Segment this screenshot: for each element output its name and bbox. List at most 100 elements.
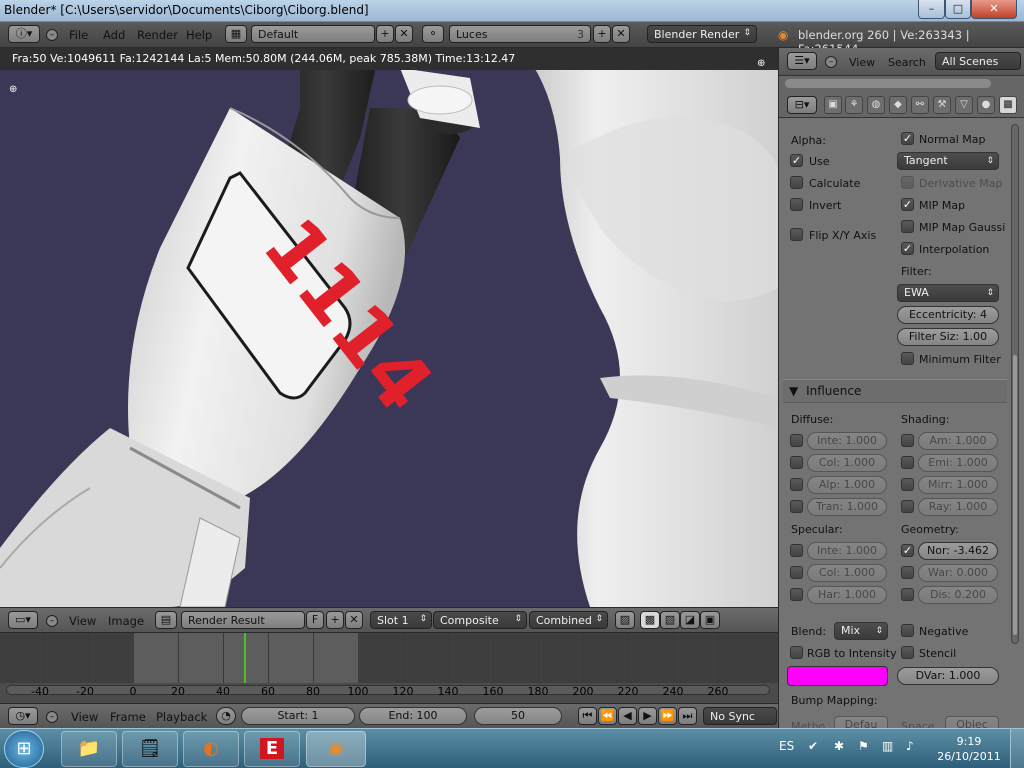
collapse-menu-icon[interactable]: –: [46, 29, 58, 41]
texture-tab-icon[interactable]: ▩: [999, 96, 1017, 114]
displace-checkbox[interactable]: [901, 588, 914, 601]
screen-layout-icon[interactable]: ▦: [225, 25, 247, 43]
remove-scene-icon[interactable]: ✕: [612, 25, 630, 43]
horizontal-scrollbar[interactable]: [779, 76, 1024, 92]
draw-channels-icon[interactable]: ▨: [615, 611, 635, 629]
specular-color-checkbox[interactable]: [790, 566, 803, 579]
menu-view[interactable]: View: [849, 56, 875, 69]
stencil-checkbox[interactable]: [901, 646, 914, 659]
translucency-field[interactable]: Tran: 1.000: [807, 498, 887, 516]
warp-field[interactable]: War: 0.000: [918, 564, 998, 582]
alpha-channel-icon[interactable]: ▧: [660, 611, 680, 629]
jump-end-icon[interactable]: ⏭: [678, 707, 697, 725]
editor-type-timeline-icon[interactable]: ◷▾: [8, 707, 38, 725]
remove-layout-icon[interactable]: ✕: [395, 25, 413, 43]
image-name-field[interactable]: Render Result: [181, 611, 305, 629]
hardness-checkbox[interactable]: [790, 588, 803, 601]
show-desktop-button[interactable]: [1010, 729, 1024, 768]
area-corner-icon[interactable]: ⊕: [9, 84, 17, 95]
menu-view[interactable]: View: [71, 710, 98, 724]
taskbar-app-e[interactable]: E: [244, 731, 300, 767]
network-tray-icon[interactable]: ▥: [882, 739, 893, 753]
menu-help[interactable]: Help: [186, 28, 212, 42]
modifiers-tab-icon[interactable]: ⚒: [933, 96, 951, 114]
collapse-menu-icon[interactable]: –: [46, 615, 58, 627]
next-keyframe-icon[interactable]: ⏩: [658, 707, 677, 725]
language-indicator[interactable]: ES: [779, 739, 794, 753]
scene-field[interactable]: Luces 3: [449, 25, 591, 43]
hardness-field[interactable]: Har: 1.000: [807, 586, 887, 604]
ray-mirror-field[interactable]: Ray: 1.000: [918, 498, 998, 516]
scrollbar-thumb[interactable]: [785, 79, 991, 88]
data-tab-icon[interactable]: ▽: [955, 96, 973, 114]
rgb-to-intensity-checkbox[interactable]: [790, 646, 803, 659]
bump-method-select[interactable]: Defau: [834, 716, 888, 728]
warp-checkbox[interactable]: [901, 566, 914, 579]
object-tab-icon[interactable]: ◆: [889, 96, 907, 114]
scene-icon[interactable]: ⚬: [422, 25, 444, 43]
unlink-image-icon[interactable]: ✕: [345, 611, 363, 629]
minimum-filter-checkbox[interactable]: [901, 352, 914, 365]
render-engine-select[interactable]: Blender Render ⇕: [647, 25, 757, 43]
menu-frame[interactable]: Frame: [110, 710, 146, 724]
filter-select[interactable]: EWA ⇕: [897, 284, 999, 302]
current-frame-cursor[interactable]: [244, 633, 246, 683]
menu-add[interactable]: Add: [103, 28, 125, 42]
normal-influence-field[interactable]: Nor: -3.462: [918, 542, 998, 560]
image-browse-icon[interactable]: ▤: [155, 611, 177, 629]
menu-file[interactable]: File: [69, 28, 88, 42]
jump-start-icon[interactable]: ⏮: [578, 707, 597, 725]
timeline-editor[interactable]: -40 -20 0 20 40 60 80 100 120 140 160 18…: [0, 633, 778, 703]
normal-influence-checkbox[interactable]: ✓: [901, 544, 914, 557]
new-image-icon[interactable]: +: [326, 611, 344, 629]
mirror-checkbox[interactable]: [901, 478, 914, 491]
editor-type-properties-icon[interactable]: ⊟▾: [787, 96, 817, 114]
specular-color-field[interactable]: Col: 1.000: [807, 564, 887, 582]
properties-scrollbar[interactable]: [1011, 124, 1019, 644]
render-slots-icon[interactable]: ▣: [700, 611, 720, 629]
emit-field[interactable]: Emi: 1.000: [918, 454, 998, 472]
start-button[interactable]: ⊞: [4, 730, 44, 768]
taskbar-notes[interactable]: 🗒: [122, 731, 178, 767]
current-frame-field[interactable]: 50: [474, 707, 562, 725]
screen-layout-field[interactable]: Default: [251, 25, 375, 43]
scene-tab-icon[interactable]: ⚘: [845, 96, 863, 114]
normal-space-select[interactable]: Tangent ⇕: [897, 152, 999, 170]
start-frame-field[interactable]: Start: 1: [241, 707, 355, 725]
maximize-button[interactable]: □: [945, 0, 971, 19]
taskbar-firefox[interactable]: ◐: [183, 731, 239, 767]
diffuse-intensity-field[interactable]: Inte: 1.000: [807, 432, 887, 450]
z-buffer-icon[interactable]: ◪: [680, 611, 700, 629]
ambient-checkbox[interactable]: [901, 434, 914, 447]
taskbar-clock[interactable]: 9:19 26/10/2011: [936, 734, 1002, 764]
editor-type-info-icon[interactable]: ⓘ▾: [8, 25, 40, 43]
menu-image[interactable]: Image: [108, 614, 144, 628]
diffuse-color-field[interactable]: Col: 1.000: [807, 454, 887, 472]
translucency-checkbox[interactable]: [790, 500, 803, 513]
specular-intensity-checkbox[interactable]: [790, 544, 803, 557]
flip-xy-checkbox[interactable]: [790, 228, 803, 241]
render-viewport[interactable]: 1114 Fra:50 Ve:1049611 Fa:1242144 La:5 M…: [0, 48, 778, 607]
menu-playback[interactable]: Playback: [156, 710, 207, 724]
alpha-influence-field[interactable]: Alp: 1.000: [807, 476, 887, 494]
ambient-field[interactable]: Am: 1.000: [918, 432, 998, 450]
prev-keyframe-icon[interactable]: ⏪: [598, 707, 617, 725]
menu-search[interactable]: Search: [888, 56, 926, 69]
menu-render[interactable]: Render: [137, 28, 178, 42]
filter-size-field[interactable]: Filter Siz: 1.00: [897, 328, 999, 346]
slot-select[interactable]: Slot 1 ⇕: [370, 611, 432, 629]
eccentricity-field[interactable]: Eccentricity: 4: [897, 306, 999, 324]
influence-panel-header[interactable]: ▼ Influence: [783, 379, 1007, 403]
taskbar-explorer[interactable]: 📁: [61, 731, 117, 767]
area-split-icon[interactable]: ⊕: [757, 58, 765, 69]
calculate-alpha-checkbox[interactable]: [790, 176, 803, 189]
interpolation-checkbox[interactable]: ✓: [901, 242, 914, 255]
negative-checkbox[interactable]: [901, 624, 914, 637]
taskbar-blender[interactable]: ◉: [306, 731, 366, 767]
blend-color-swatch[interactable]: [787, 666, 888, 686]
diffuse-intensity-checkbox[interactable]: [790, 434, 803, 447]
blend-type-select[interactable]: Mix ⇕: [834, 622, 888, 640]
flag-tray-icon[interactable]: ⚑: [858, 739, 869, 753]
collapse-menu-icon[interactable]: –: [46, 711, 58, 723]
specular-intensity-field[interactable]: Inte: 1.000: [807, 542, 887, 560]
